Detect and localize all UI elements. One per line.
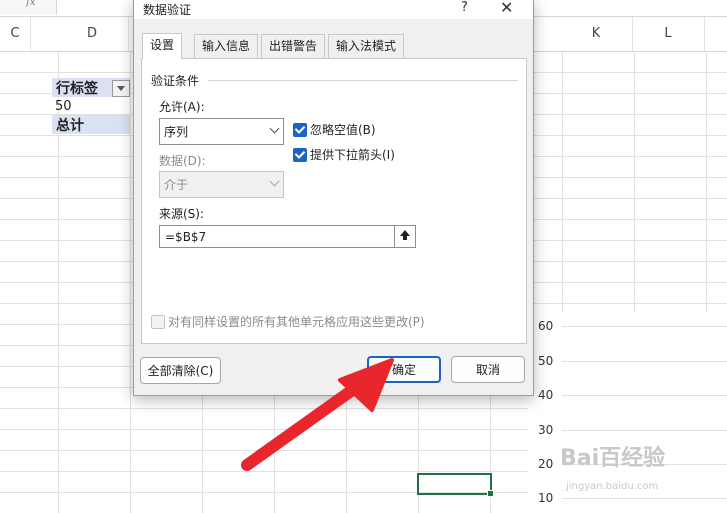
selected-cell[interactable] [417, 473, 494, 497]
chart-gridline [562, 498, 727, 499]
chart-gridline [562, 430, 727, 431]
column-header-l[interactable]: L [632, 17, 705, 51]
dialog-tabs: 设置 输入信息 出错警告 输入法模式 [142, 33, 532, 59]
pivot-value-cell[interactable]: 50 [55, 99, 72, 114]
tab-input-message[interactable]: 输入信息 [194, 34, 259, 58]
fx-icon[interactable]: fx [26, 0, 35, 8]
ignore-blank-checkbox[interactable] [293, 123, 307, 137]
tab-settings[interactable]: 设置 [142, 33, 183, 59]
chevron-down-icon [269, 123, 280, 134]
data-select: 介于 [159, 171, 284, 198]
watermark-url: jingyan.baidu.com [566, 481, 659, 492]
pivot-row-label: 行标签 [56, 81, 98, 97]
ok-button[interactable]: 确定 [367, 356, 441, 383]
allow-label: 允许(A): [159, 100, 205, 114]
column-header-k[interactable]: K [560, 17, 633, 51]
dialog-titlebar[interactable]: 数据验证 ? ✕ [134, 0, 533, 19]
column-header-d[interactable]: D [56, 17, 129, 51]
name-box[interactable]: fx [0, 0, 57, 15]
section-divider [208, 80, 518, 81]
validation-criteria-heading: 验证条件 [151, 72, 204, 89]
tab-error-alert[interactable]: 出错警告 [261, 34, 326, 58]
close-icon[interactable]: ✕ [500, 0, 513, 17]
chart-y-tick: 60 [538, 319, 554, 333]
source-label: 来源(S): [159, 207, 205, 221]
chart-y-tick: 20 [538, 457, 554, 471]
source-input[interactable]: =$B$7 [159, 225, 395, 248]
data-validation-dialog: 数据验证 ? ✕ 设置 输入信息 出错警告 输入法模式 验证条件 允许(A): … [133, 0, 534, 396]
dropdown-arrow-checkbox[interactable] [293, 148, 307, 162]
collapse-dialog-icon[interactable] [395, 225, 416, 248]
settings-panel: 验证条件 允许(A): 序列 忽略空值(B) 提供下拉箭头(I) 数据(D): … [141, 58, 527, 344]
help-button[interactable]: ? [461, 0, 468, 15]
pivot-total-cell[interactable]: 总计 [52, 115, 130, 134]
ignore-blank-label[interactable]: 忽略空值(B) [310, 121, 376, 138]
chart-y-tick: 40 [538, 388, 554, 402]
data-select-value: 介于 [164, 178, 189, 192]
dropdown-arrow-label[interactable]: 提供下拉箭头(I) [310, 146, 395, 163]
chart-gridline [562, 326, 727, 327]
apply-all-label[interactable]: 对有同样设置的所有其他单元格应用这些更改(P) [168, 313, 425, 330]
chart-y-tick: 10 [538, 491, 554, 505]
allow-select-value: 序列 [164, 125, 189, 139]
chevron-down-icon [269, 176, 280, 187]
column-header-c[interactable]: C [0, 17, 31, 51]
data-label: 数据(D): [159, 154, 206, 168]
tab-ime-mode[interactable]: 输入法模式 [328, 34, 405, 58]
clear-all-button[interactable]: 全部清除(C) [140, 357, 221, 384]
chart-gridline [562, 395, 727, 396]
apply-all-checkbox[interactable] [151, 315, 165, 329]
watermark-logo: Bai百经验 [560, 446, 666, 471]
dialog-title: 数据验证 [143, 3, 192, 17]
chart-gridline [562, 361, 727, 362]
cancel-button[interactable]: 取消 [451, 356, 525, 383]
pivot-filter-dropdown-icon[interactable] [112, 80, 130, 97]
pivot-total-label: 总计 [56, 118, 84, 134]
chart-y-tick: 50 [538, 354, 554, 368]
allow-select[interactable]: 序列 [159, 118, 284, 145]
chart-y-tick: 30 [538, 423, 554, 437]
